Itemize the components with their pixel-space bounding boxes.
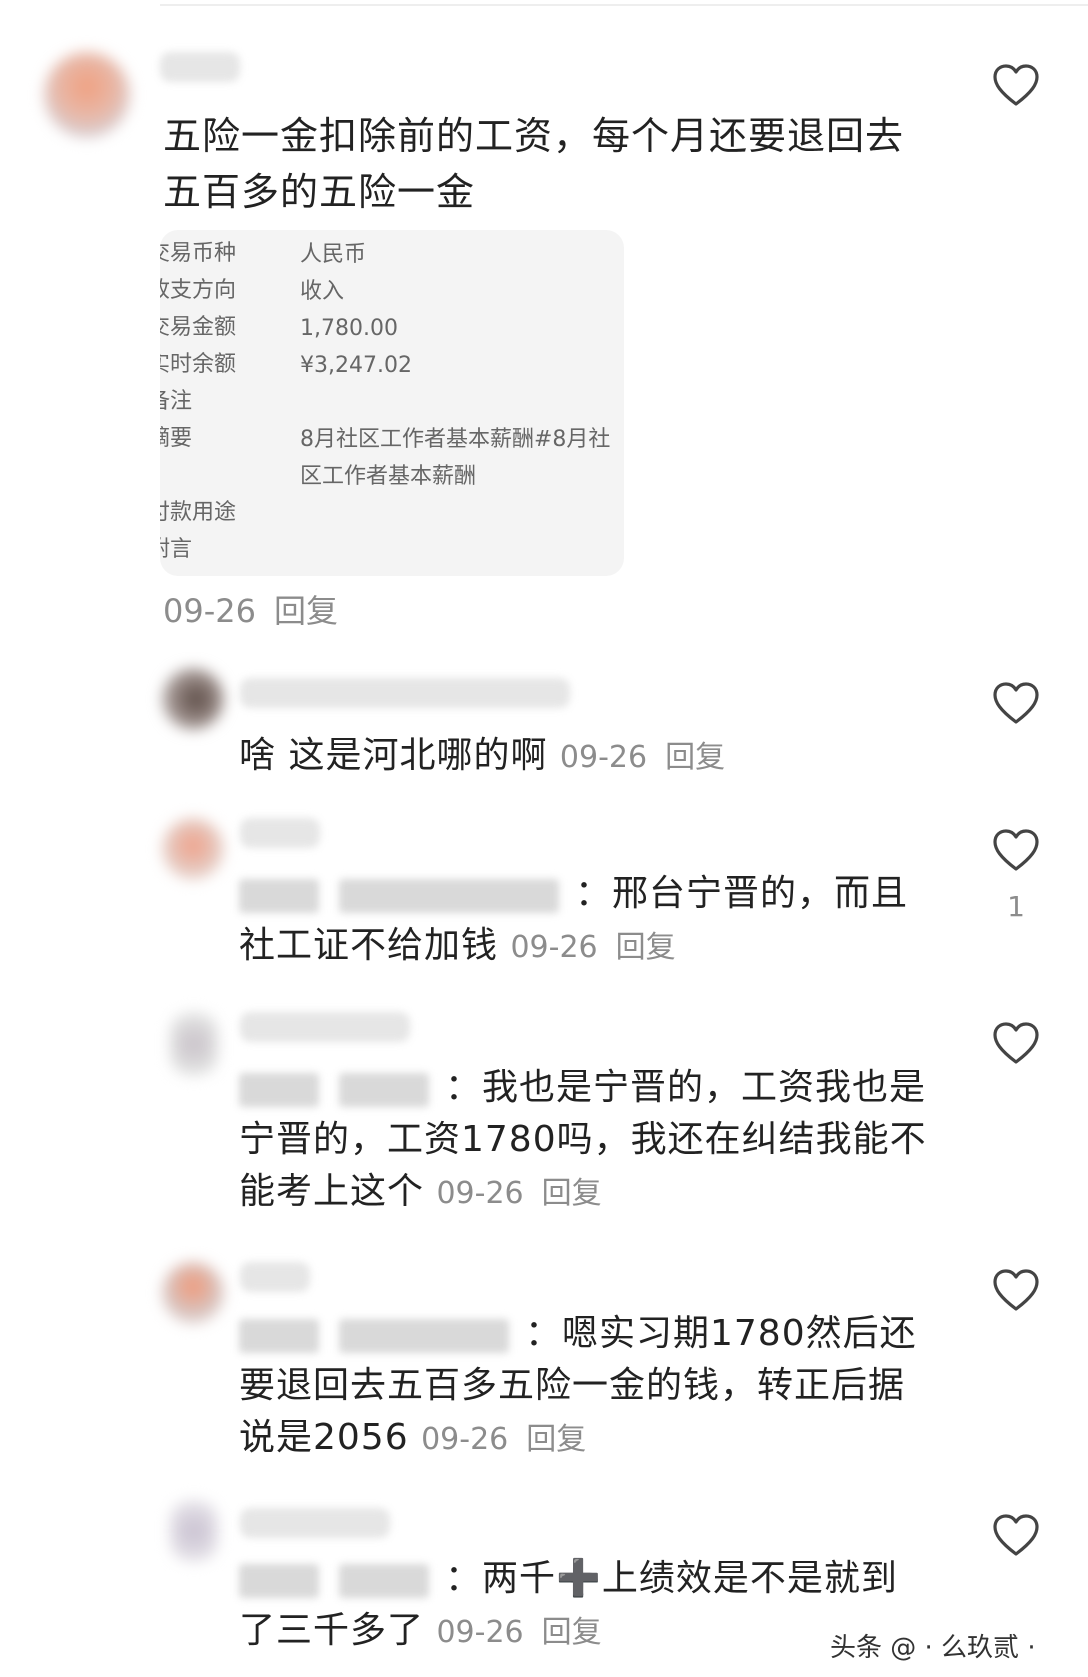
comment-date: 09-26 — [559, 740, 648, 775]
comment-text: ：我也是宁晋的，工资我也是宁晋的，工资1780吗，我还在纠结我能不能考上这个 0… — [239, 1062, 929, 1220]
avatar[interactable] — [44, 52, 130, 138]
receipt-value: 人民币 — [300, 242, 367, 267]
heart-outline-icon — [993, 829, 1039, 871]
reply-content: 啥 这是河北哪的啊 — [239, 735, 548, 776]
username-blurred[interactable] — [240, 1012, 410, 1042]
receipt-row: 摘要 8月社区工作者基本薪酬#8月社区工作者基本薪酬 — [160, 421, 624, 495]
receipt-row: 备注 — [160, 384, 624, 420]
avatar[interactable] — [162, 818, 224, 880]
avatar[interactable] — [162, 1262, 224, 1324]
reply-button[interactable]: 回复 — [542, 1176, 602, 1211]
heart-outline-icon — [993, 1514, 1039, 1556]
comment-date: 09-26 — [510, 930, 598, 965]
receipt-label: 收支方向 — [160, 278, 237, 303]
receipt-label: 摘要 — [160, 426, 193, 451]
receipt-label: 备注 — [160, 389, 193, 414]
receipt-row: 付款用途 — [160, 495, 624, 531]
reply-button[interactable]: 回复 — [526, 1422, 586, 1457]
username-blurred[interactable] — [240, 1508, 390, 1538]
like-button[interactable] — [990, 1510, 1042, 1562]
receipt-row: 交易币种 人民币 — [160, 236, 624, 272]
avatar[interactable] — [162, 668, 224, 730]
reply-button[interactable]: 回复 — [616, 930, 676, 965]
username-blurred[interactable] — [240, 678, 570, 708]
receipt-value: 1,780.00 — [300, 316, 398, 341]
comment-text: ：邢台宁晋的，而且社工证不给加钱 09-26 回复 — [239, 868, 929, 974]
heart-outline-icon — [993, 1269, 1039, 1311]
comment-text: 五险一金扣除前的工资，每个月还要退回去五百多的五险一金 — [163, 114, 905, 214]
like-button[interactable] — [990, 1265, 1042, 1317]
comment-text: ：两千➕上绩效是不是就到了三千多了 09-26 回复 — [239, 1553, 929, 1659]
receipt-value: 8月社区工作者基本薪酬#8月社区工作者基本薪酬 — [300, 427, 611, 489]
like-button[interactable] — [990, 60, 1042, 112]
reply-button[interactable]: 回复 — [274, 592, 338, 630]
mention-blurred[interactable] — [239, 875, 569, 915]
receipt-row: 收支方向 收入 — [160, 273, 624, 309]
avatar[interactable] — [170, 1500, 218, 1562]
receipt-label: 实时余额 — [160, 352, 237, 377]
like-button[interactable] — [990, 678, 1042, 730]
comment-text: ：嗯实习期1780然后还要退回去五百多五险一金的钱，转正后据说是2056 09-… — [239, 1308, 929, 1466]
comment-date: 09-26 — [436, 1176, 524, 1211]
receipt-label: 交易币种 — [160, 241, 237, 266]
receipt-value: 收入 — [300, 279, 345, 304]
mention-blurred[interactable] — [239, 1069, 439, 1109]
reply-button[interactable]: 回复 — [542, 1615, 602, 1650]
comment-date: 09-26 — [421, 1422, 509, 1457]
top-divider — [160, 4, 1088, 6]
receipt-row: 交易金额 1,780.00 — [160, 310, 624, 346]
avatar[interactable] — [170, 1012, 218, 1076]
receipt-label: 交易金额 — [160, 315, 237, 340]
username-blurred[interactable] — [160, 52, 240, 82]
heart-outline-icon — [993, 64, 1039, 106]
receipt-value: ¥3,247.02 — [300, 353, 412, 378]
like-button[interactable] — [990, 1018, 1042, 1070]
like-button[interactable] — [990, 825, 1042, 877]
receipt-label: 附言 — [160, 537, 193, 562]
comment-date: 09-26 — [436, 1615, 524, 1650]
reply-button[interactable]: 回复 — [665, 740, 725, 775]
receipt-row: 实时余额 ¥3,247.02 — [160, 347, 624, 383]
mention-blurred[interactable] — [239, 1560, 439, 1600]
receipt-label: 付款用途 — [160, 500, 237, 525]
like-count: 1 — [1007, 890, 1025, 923]
comment-date: 09-26 — [163, 592, 256, 630]
heart-outline-icon — [993, 682, 1039, 724]
heart-outline-icon — [993, 1022, 1039, 1064]
attachment-image[interactable]: 交易币种 人民币 收支方向 收入 交易金额 1,780.00 实时余额 ¥3,2… — [160, 230, 624, 576]
username-blurred[interactable] — [240, 1262, 310, 1292]
receipt-row: 附言 — [160, 532, 624, 568]
username-blurred[interactable] — [240, 818, 320, 848]
watermark: 头条 @ · 么玖贰 · — [830, 1633, 1036, 1663]
comment-meta: 09-26 回复 — [163, 588, 338, 634]
mention-blurred[interactable] — [239, 1315, 519, 1355]
comment-text: 啥 这是河北哪的啊 09-26 回复 — [239, 730, 939, 784]
